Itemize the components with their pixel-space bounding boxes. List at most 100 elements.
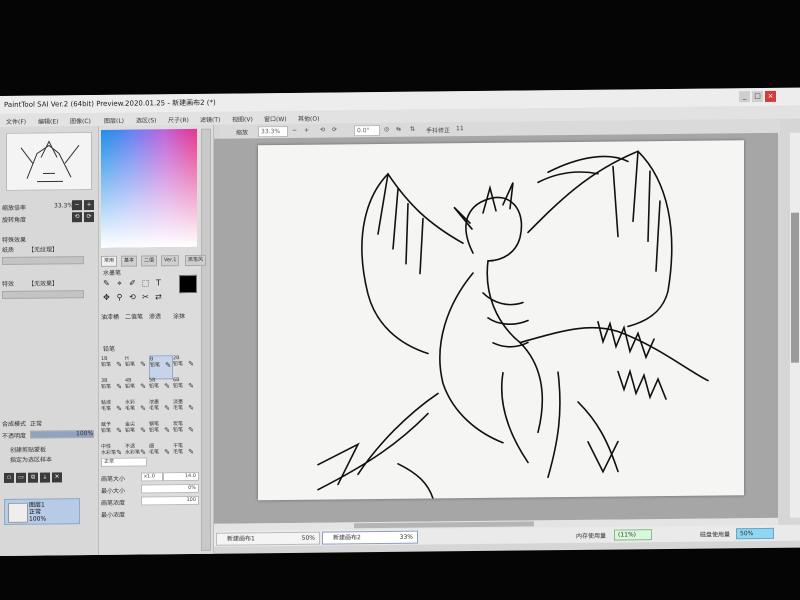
brush-tool-icon[interactable]: ✐ — [127, 278, 138, 289]
brush-item[interactable]: 4B 铅笔 ✎ — [125, 377, 147, 399]
brush-category-blur[interactable]: 渗透 — [149, 311, 161, 320]
swap-tool-icon[interactable]: ⇄ — [153, 291, 164, 302]
brush-pencil-icon: ✎ — [164, 404, 170, 413]
menu-layer[interactable]: 图层(L) — [104, 116, 124, 125]
document-tab-2[interactable]: 新建画布2 33% — [322, 530, 418, 545]
brush-grid: 1B 铅笔 ✎ H 铅笔 ✎ B 铅笔 ✎ 2B 铅笔 ✎ 3B 铅笔 ✎ 4B 铅笔 ✎ 5B 铅笔 ✎ 6B 铅笔 ✎ 粘液… — [99, 125, 213, 457]
new-folder-icon[interactable]: ▭ — [16, 472, 26, 483]
brush-category-binary[interactable]: 二值笔 — [125, 312, 143, 321]
menu-window[interactable]: 窗口(W) — [264, 114, 287, 123]
brush-item[interactable]: H 铅笔 ✎ — [125, 355, 147, 377]
menu-other[interactable]: 其他(O) — [298, 114, 319, 123]
menu-filter[interactable]: 滤镜(T) — [200, 115, 220, 124]
vertical-scroll-thumb[interactable] — [791, 212, 799, 363]
blend-mode-select[interactable]: 正常 — [30, 419, 42, 428]
brush-item[interactable]: 2B 铅笔 ✎ — [173, 355, 195, 377]
brush-item[interactable]: 赋予 铅笔 ✎ — [101, 422, 123, 444]
layer-item[interactable]: 图层1 正常 100% — [4, 498, 80, 525]
clip-mask-checkbox[interactable]: 创建剪贴蒙板 — [10, 445, 46, 454]
color-swatch-palette[interactable] — [101, 128, 197, 248]
move-tool-icon[interactable]: ✥ — [101, 292, 112, 303]
foreground-color-swatch[interactable] — [179, 274, 197, 294]
zoom-in-icon[interactable]: + — [304, 127, 309, 134]
rotate-left-icon[interactable]: ⟲ — [320, 127, 325, 134]
brush-size-value[interactable]: 14.0 — [163, 471, 199, 482]
minimize-button[interactable]: _ — [739, 91, 750, 103]
tab-common[interactable]: 常用 — [101, 255, 118, 267]
brush-mode-select[interactable]: 正常 — [101, 457, 147, 467]
nav-rotate-right-icon[interactable]: ⟳ — [84, 212, 94, 223]
brush-item[interactable]: 5B 铅笔 ✎ — [149, 377, 171, 399]
flip-vertical-icon[interactable]: ⇅ — [410, 126, 415, 133]
nav-zoom-minus-icon[interactable]: − — [72, 200, 82, 211]
document-1-zoom: 50% — [301, 534, 315, 542]
reset-rotation-icon[interactable]: ◎ — [384, 126, 389, 133]
effect-select[interactable]: 【无效果】 — [28, 278, 58, 287]
brush-item[interactable]: B 铅笔 ✎ — [149, 355, 173, 380]
selection-source-checkbox[interactable]: 指定为选区样本 — [10, 454, 52, 463]
canvas-viewport[interactable] — [214, 132, 778, 524]
paper-texture-label: 纸质 — [2, 246, 15, 254]
nav-zoom-plus-icon[interactable]: + — [84, 200, 94, 211]
select-tool-icon[interactable]: ⬚ — [140, 277, 151, 288]
nav-zoom-value: 33.3% — [54, 202, 74, 210]
tab-black-pen[interactable]: 黑笔风 — [185, 254, 207, 267]
menu-image[interactable]: 图像(C) — [70, 116, 91, 125]
brush-item[interactable]: 1B 铅笔 ✎ — [101, 356, 123, 378]
navigator-thumbnail[interactable] — [6, 132, 92, 191]
drawing-canvas[interactable] — [258, 140, 744, 501]
zoom-out-icon[interactable]: − — [292, 127, 297, 134]
effect-slider[interactable] — [2, 290, 84, 299]
paper-texture-select[interactable]: 【无纹理】 — [28, 244, 58, 253]
brush-pencil-icon: ✎ — [116, 404, 122, 413]
brush-item[interactable]: 浓墨 毛笔 ✎ — [149, 399, 171, 421]
nav-angle-label: 旋转角度 — [2, 216, 27, 224]
document-2-zoom: 33% — [399, 533, 413, 541]
pen-tool-icon[interactable]: ✎ — [101, 278, 112, 289]
merge-layer-icon[interactable]: ⤓ — [40, 472, 50, 483]
tab-ver1[interactable]: Ver.1 — [161, 255, 180, 267]
min-size-value[interactable]: 0% — [141, 483, 199, 494]
brush-size-multiplier[interactable]: x1.0 — [141, 472, 163, 482]
paper-texture-slider[interactable] — [2, 256, 84, 265]
rotate-tool-icon[interactable]: ⟲ — [127, 292, 138, 303]
menu-select[interactable]: 选区(S) — [136, 115, 157, 124]
brush-item[interactable]: 炭笔 铅笔 ✎ — [173, 421, 195, 443]
brush-item[interactable]: 粘液 毛笔 ✎ — [101, 400, 123, 422]
text-tool-icon[interactable]: T — [153, 277, 164, 288]
brush-item[interactable]: 3B 铅笔 ✎ — [101, 378, 123, 400]
brush-item[interactable]: 钢笔 铅笔 ✎ — [149, 421, 171, 443]
zoom-field[interactable]: 33.3% — [258, 125, 288, 138]
blend-mode-label: 合成模式 — [2, 420, 27, 428]
brush-item[interactable]: 淡墨 毛笔 ✎ — [173, 399, 195, 421]
brush-item[interactable]: 水彩 毛笔 ✎ — [125, 399, 147, 421]
brush-pencil-icon: ✎ — [116, 360, 122, 369]
brush-category-smudge[interactable]: 涂抹 — [173, 311, 185, 320]
rotate-right-icon[interactable]: ⟳ — [332, 126, 337, 133]
tab-basic[interactable]: 基本 — [121, 255, 138, 267]
min-density-label: 最小浓度 — [101, 511, 126, 519]
flip-horizontal-icon[interactable]: ⇆ — [396, 126, 401, 133]
delete-layer-icon[interactable]: ✕ — [52, 472, 62, 483]
cut-tool-icon[interactable]: ✂ — [140, 291, 151, 302]
maximize-button[interactable]: □ — [752, 91, 763, 103]
menu-edit[interactable]: 编辑(E) — [38, 116, 58, 125]
copy-layer-icon[interactable]: ⧉ — [28, 472, 38, 483]
new-layer-icon[interactable]: ▫ — [4, 472, 14, 483]
nav-rotate-left-icon[interactable]: ⟲ — [72, 212, 82, 223]
brush-item[interactable]: 金尖 铅笔 ✎ — [125, 421, 147, 443]
canvas-vertical-scrollbar[interactable] — [790, 132, 800, 518]
menu-ruler[interactable]: 尺子(R) — [168, 115, 189, 124]
menu-view[interactable]: 视图(V) — [232, 114, 253, 123]
menu-file[interactable]: 文件(F) — [6, 117, 26, 126]
stabilizer-value[interactable]: 11 — [456, 125, 464, 132]
brush-category-paint-bucket[interactable]: 油漆桶 — [101, 312, 119, 321]
document-tab-1[interactable]: 新建画布1 50% — [216, 531, 320, 546]
zoom-tool-icon[interactable]: ⚲ — [114, 292, 125, 303]
lasso-tool-icon[interactable]: ⌖ — [114, 278, 125, 289]
tab-binary[interactable]: 二值 — [141, 255, 158, 267]
angle-field[interactable]: 0.0° — [354, 125, 380, 137]
brush-item[interactable]: 6B 铅笔 ✎ — [173, 377, 195, 399]
brush-density-value[interactable]: 100 — [141, 495, 199, 506]
close-button[interactable]: × — [765, 90, 776, 102]
